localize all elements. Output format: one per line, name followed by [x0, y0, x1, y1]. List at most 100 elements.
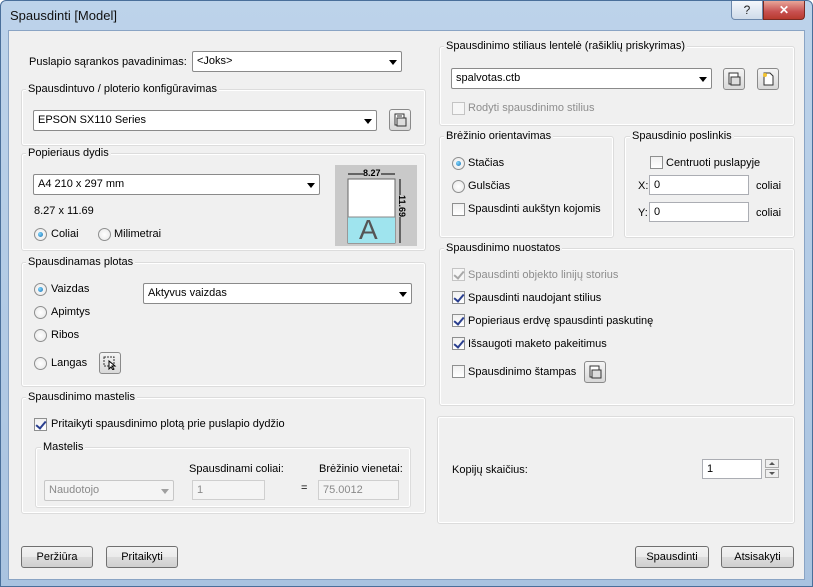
paperspace-last-checkbox[interactable] [452, 314, 465, 327]
area-window-label: Langas [51, 357, 88, 369]
scale-value: Naudotojo [49, 484, 100, 496]
new-style-button[interactable] [757, 68, 779, 90]
preview-letter: A [359, 214, 378, 245]
unit-inches-label: Coliai [51, 228, 79, 240]
area-view-value: Aktyvus vaizdas [148, 287, 227, 299]
plot-options-group-title: Spausdinimo nuostatos [444, 242, 563, 254]
area-window-radio[interactable] [34, 357, 47, 370]
printer-value: EPSON SX110 Series [38, 114, 147, 126]
cancel-button[interactable]: Atsisakyti [721, 546, 794, 568]
offset-x-input[interactable]: 0 [649, 175, 749, 195]
title-bar: Spausdinti [Model] ? ✕ [1, 1, 812, 31]
plot-style-select[interactable]: spalvotas.ctb [451, 68, 712, 89]
paper-size-value: A4 210 x 297 mm [38, 178, 125, 190]
chevron-down-icon [364, 119, 372, 124]
plot-lineweights-checkbox[interactable] [452, 268, 465, 281]
edit-style-button[interactable] [723, 68, 745, 90]
copies-spin-up[interactable] [765, 459, 779, 468]
window-title: Spausdinti [Model] [10, 8, 117, 23]
chevron-down-icon [389, 60, 397, 65]
offset-y-unit: coliai [756, 207, 782, 219]
landscape-radio[interactable] [452, 180, 465, 193]
show-styles-checkbox[interactable] [452, 102, 465, 115]
printer-group-title: Spausdintuvo / ploterio konfigūravimas [26, 83, 219, 95]
print-button[interactable]: Spausdinti [635, 546, 709, 568]
area-extents-label: Apimtys [51, 306, 91, 318]
upside-down-label: Spausdinti aukštyn kojomis [468, 203, 601, 215]
scale-subgroup-title: Mastelis [41, 441, 86, 453]
fit-to-paper-checkbox[interactable] [34, 418, 47, 431]
copies-spin-down[interactable] [765, 469, 779, 478]
area-limits-radio[interactable] [34, 329, 47, 342]
help-button[interactable]: ? [731, 1, 763, 20]
offset-y-label: Y: [638, 207, 648, 219]
plot-stamp-label: Spausdinimo štampas [468, 366, 577, 378]
chevron-down-icon [699, 77, 707, 82]
apply-button[interactable]: Pritaikyti [106, 546, 178, 568]
show-styles-label: Rodyti spausdinimo stilius [468, 102, 595, 114]
paper-size-select[interactable]: A4 210 x 297 mm [33, 174, 320, 195]
area-limits-label: Ribos [51, 329, 80, 341]
copies-input[interactable]: 1 [702, 459, 762, 479]
pick-window-button[interactable] [99, 352, 121, 374]
preview-width-label: 8.27 [363, 168, 381, 178]
paper-size-group-title: Popieriaus dydis [26, 147, 111, 159]
unit-mm-radio[interactable] [98, 228, 111, 241]
paper-dimensions: 8.27 x 11.69 [34, 205, 94, 217]
scale-select[interactable]: Naudotojo [44, 480, 174, 501]
area-view-label: Vaizdas [51, 283, 90, 295]
plot-style-group-title: Spausdinimo stiliaus lentelė (rašiklių p… [444, 40, 688, 52]
fit-to-paper-label: Pritaikyti spausdinimo plotą prie puslap… [51, 418, 285, 430]
equals-sign: = [301, 482, 308, 494]
save-layout-label: Išsaugoti maketo pakeitimus [468, 338, 607, 350]
page-setup-name-label: Puslapio sąrankos pavadinimas: [29, 56, 187, 68]
plot-stamp-settings-button[interactable] [584, 361, 606, 383]
landscape-label: Gulsčias [468, 180, 511, 192]
orientation-group-title: Brėžinio orientavimas [444, 130, 554, 142]
printer-properties-icon [394, 113, 407, 127]
preview-height-label: 11.69 [397, 194, 408, 218]
unit-mm-label: Milimetrai [114, 228, 162, 240]
preview-button[interactable]: Peržiūra [21, 546, 93, 568]
save-layout-checkbox[interactable] [452, 337, 465, 350]
new-document-icon [763, 72, 774, 86]
edit-style-icon [728, 72, 741, 86]
chevron-down-icon [307, 183, 315, 188]
area-view-radio[interactable] [34, 283, 47, 296]
portrait-label: Stačias [468, 157, 505, 169]
area-extents-radio[interactable] [34, 306, 47, 319]
plot-offset-group-title: Spausdinio poslinkis [630, 130, 734, 142]
offset-x-label: X: [638, 180, 649, 192]
plot-scale-group-title: Spausdinimo mastelis [26, 391, 137, 403]
plot-style-value: spalvotas.ctb [456, 72, 521, 84]
paperspace-last-label: Popieriaus erdvę spausdinti paskutinę [468, 315, 654, 327]
drawing-units-label: Brėžinio vienetai: [319, 463, 403, 475]
plot-stamp-checkbox[interactable] [452, 365, 465, 378]
plot-with-styles-checkbox[interactable] [452, 291, 465, 304]
unit-inches-radio[interactable] [34, 228, 47, 241]
portrait-radio[interactable] [452, 157, 465, 170]
drawing-units-input[interactable]: 75.0012 [318, 480, 399, 500]
area-view-select[interactable]: Aktyvus vaizdas [143, 283, 412, 304]
arrow-down-icon [769, 472, 775, 475]
center-plot-label: Centruoti puslapyje [666, 157, 761, 169]
upside-down-checkbox[interactable] [452, 203, 465, 216]
page-setup-name-select[interactable]: <Joks> [192, 51, 402, 72]
plot-inches-input[interactable]: 1 [192, 480, 265, 500]
orientation-group [439, 136, 614, 238]
printer-select[interactable]: EPSON SX110 Series [33, 110, 377, 131]
stamp-settings-icon [589, 365, 602, 379]
cursor-select-icon [103, 356, 117, 370]
printer-properties-button[interactable] [389, 109, 411, 131]
chevron-down-icon [399, 292, 407, 297]
offset-x-unit: coliai [756, 180, 782, 192]
offset-y-input[interactable]: 0 [649, 202, 749, 222]
chevron-down-icon [161, 489, 169, 494]
page-setup-name-value: <Joks> [197, 55, 233, 67]
plot-area-group-title: Spausdinamas plotas [26, 256, 136, 268]
close-button[interactable]: ✕ [763, 1, 805, 20]
plot-lineweights-label: Spausdinti objekto linijų storius [468, 269, 619, 281]
plot-with-styles-label: Spausdinti naudojant stilius [468, 292, 602, 304]
center-plot-checkbox[interactable] [650, 156, 663, 169]
copies-label: Kopijų skaičius: [452, 464, 528, 476]
